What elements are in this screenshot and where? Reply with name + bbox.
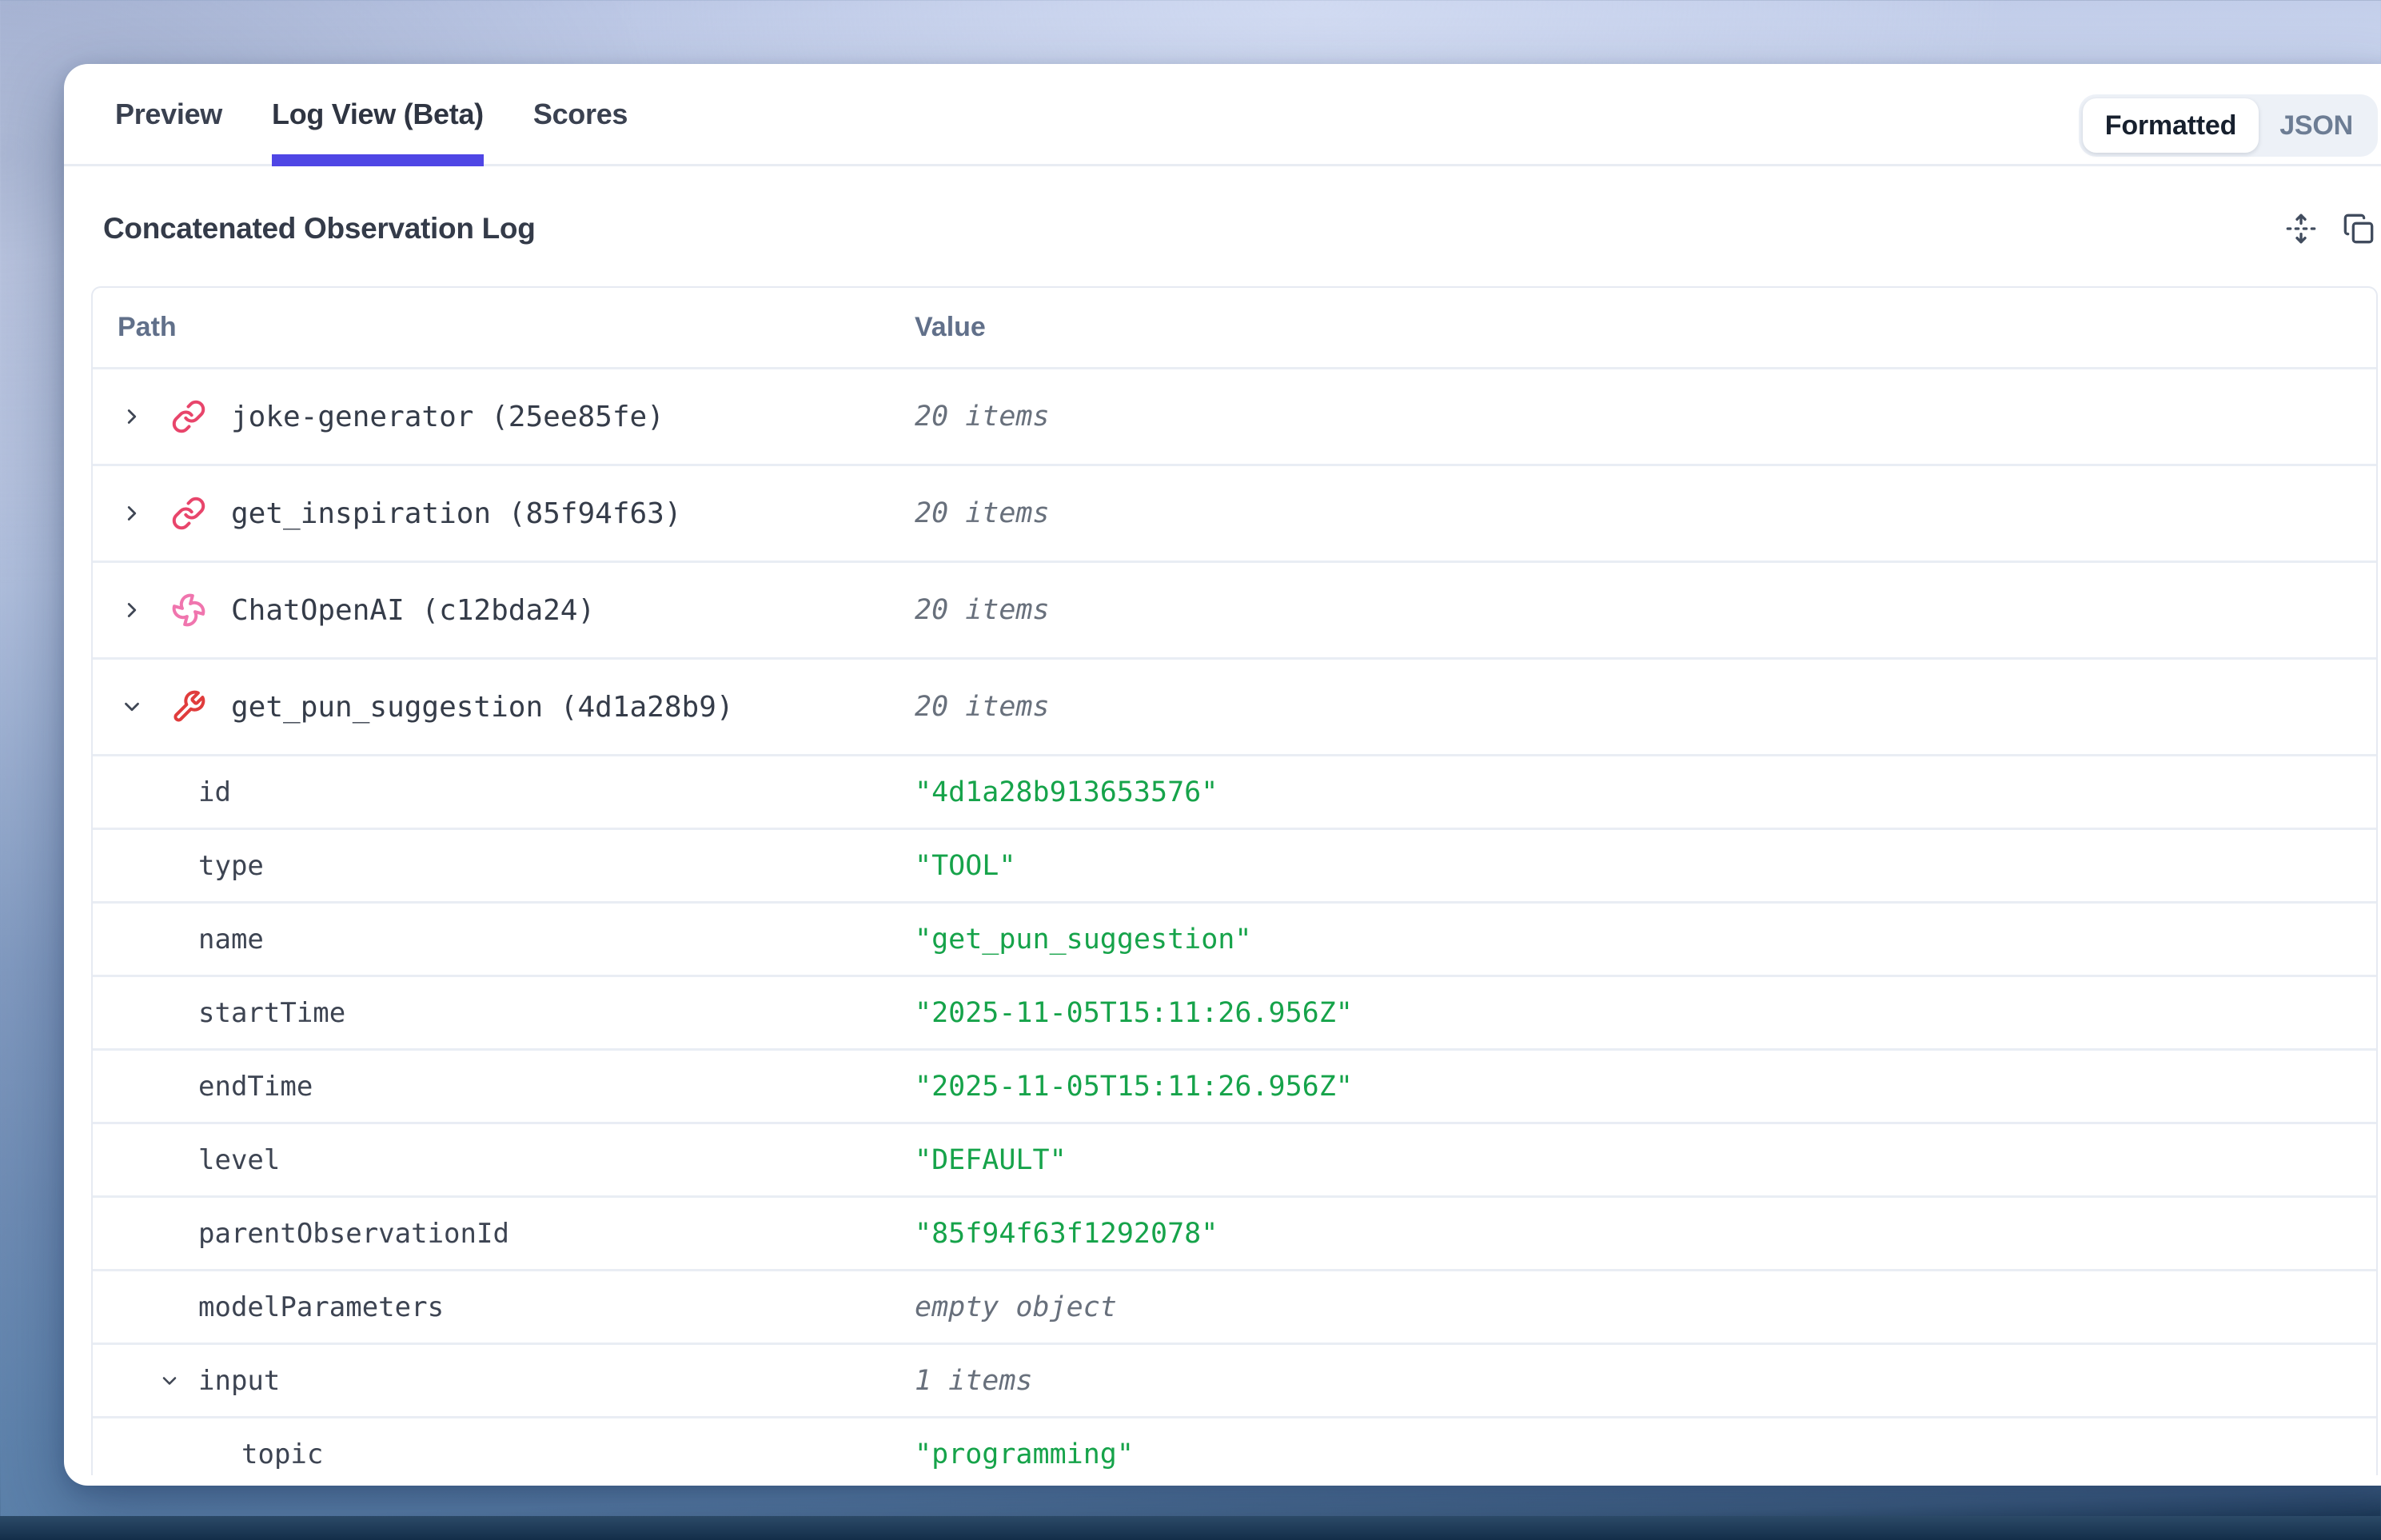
desktop-background: { "tabs": [ { "label": "Preview", "activ… (0, 0, 2381, 1540)
path-label: topic (241, 1438, 323, 1470)
path-label: id (198, 776, 231, 808)
log-row[interactable]: type "TOOL" (93, 830, 2376, 904)
path-cell: topic (93, 1438, 323, 1470)
value-cell: "85f94f63f1292078" (915, 1198, 1218, 1269)
path-label: get_pun_suggestion (4d1a28b9) (231, 691, 734, 724)
path-label: parentObservationId (198, 1218, 509, 1250)
path-label: name (198, 924, 264, 956)
format-toggle-json[interactable]: JSON (2259, 98, 2374, 153)
value-cell: empty object (915, 1271, 1117, 1343)
path-cell: ChatOpenAI (c12bda24) (93, 592, 595, 628)
log-row[interactable]: input 1 items (93, 1345, 2376, 1418)
path-cell: parentObservationId (93, 1218, 509, 1250)
value-cell: 20 items (915, 369, 1050, 464)
path-label: modelParameters (198, 1291, 444, 1323)
path-cell: get_pun_suggestion (4d1a28b9) (93, 689, 734, 724)
path-label: endTime (198, 1071, 313, 1103)
path-cell: endTime (93, 1071, 313, 1103)
value-cell: "2025-11-05T15:11:26.956Z" (915, 977, 1353, 1048)
chevron-right-icon[interactable] (120, 598, 144, 622)
path-cell: joke-generator (25ee85fe) (93, 399, 664, 434)
format-toggle: Formatted JSON (2079, 94, 2378, 157)
log-row[interactable]: topic "programming" (93, 1418, 2376, 1475)
path-cell: startTime (93, 997, 345, 1029)
log-row[interactable]: parentObservationId "85f94f63f1292078" (93, 1198, 2376, 1271)
column-header-path: Path (93, 312, 177, 343)
tab-bar: Preview Log View (Beta) Scores Formatted… (64, 64, 2381, 166)
chevron-down-icon[interactable] (158, 1370, 181, 1392)
path-cell: get_inspiration (85f94f63) (93, 496, 682, 531)
tab-scores[interactable]: Scores (533, 64, 628, 164)
chevron-right-icon[interactable] (120, 405, 144, 429)
path-label: startTime (198, 997, 345, 1029)
column-header-value: Value (915, 312, 986, 343)
log-row[interactable]: startTime "2025-11-05T15:11:26.956Z" (93, 977, 2376, 1051)
value-cell: "programming" (915, 1418, 1134, 1475)
value-cell: "DEFAULT" (915, 1124, 1067, 1195)
section-actions (2283, 211, 2376, 246)
path-label: get_inspiration (85f94f63) (231, 497, 682, 530)
path-cell: modelParameters (93, 1291, 444, 1323)
table-body: joke-generator (25ee85fe)20 itemsget_ins… (93, 369, 2376, 1475)
table-header-row: Path Value (93, 288, 2376, 369)
section-header: Concatenated Observation Log (64, 169, 2381, 289)
log-row[interactable]: id "4d1a28b913653576" (93, 756, 2376, 830)
value-cell: "TOOL" (915, 830, 1015, 901)
chevron-right-icon[interactable] (120, 501, 144, 525)
path-cell: input (93, 1365, 280, 1397)
log-row[interactable]: endTime "2025-11-05T15:11:26.956Z" (93, 1051, 2376, 1124)
path-label: input (198, 1365, 280, 1397)
log-row[interactable]: level "DEFAULT" (93, 1124, 2376, 1198)
wrench-icon (171, 689, 206, 724)
value-cell: 20 items (915, 660, 1050, 754)
path-label: joke-generator (25ee85fe) (231, 401, 664, 433)
trace-detail-panel: Preview Log View (Beta) Scores Formatted… (64, 64, 2381, 1486)
tab-log-view[interactable]: Log View (Beta) (272, 64, 484, 164)
path-cell: level (93, 1144, 280, 1176)
value-cell: 1 items (915, 1345, 1033, 1416)
chevron-down-icon[interactable] (120, 695, 144, 719)
section-title: Concatenated Observation Log (103, 212, 536, 245)
path-cell: id (93, 776, 231, 808)
value-cell: "2025-11-05T15:11:26.956Z" (915, 1051, 1353, 1122)
log-row[interactable]: name "get_pun_suggestion" (93, 904, 2376, 977)
log-row[interactable]: joke-generator (25ee85fe) 20 items (93, 369, 2376, 466)
observation-log-table: Path Value joke-generator (25ee85fe) 20 i… (91, 286, 2378, 1475)
copy-icon[interactable] (2341, 211, 2376, 246)
link-icon (171, 399, 206, 434)
path-cell: name (93, 924, 264, 956)
value-cell: 20 items (915, 563, 1050, 657)
path-cell: type (93, 850, 264, 882)
value-cell: 20 items (915, 466, 1050, 561)
path-label: type (198, 850, 264, 882)
value-cell: "4d1a28b913653576" (915, 756, 1218, 828)
log-row[interactable]: get_pun_suggestion (4d1a28b9) 20 items (93, 660, 2376, 756)
link-icon (171, 496, 206, 531)
log-row[interactable]: ChatOpenAI (c12bda24) 20 items (93, 563, 2376, 660)
tab-preview[interactable]: Preview (115, 64, 222, 164)
expand-rows-icon[interactable] (2283, 211, 2319, 246)
background-bottom-strip (0, 1516, 2381, 1540)
log-row[interactable]: modelParameters empty object (93, 1271, 2376, 1345)
log-row[interactable]: get_inspiration (85f94f63) 20 items (93, 466, 2376, 563)
value-cell: "get_pun_suggestion" (915, 904, 1251, 975)
fan-icon (171, 592, 206, 628)
path-label: level (198, 1144, 280, 1176)
path-label: ChatOpenAI (c12bda24) (231, 594, 595, 627)
format-toggle-formatted[interactable]: Formatted (2083, 98, 2259, 153)
